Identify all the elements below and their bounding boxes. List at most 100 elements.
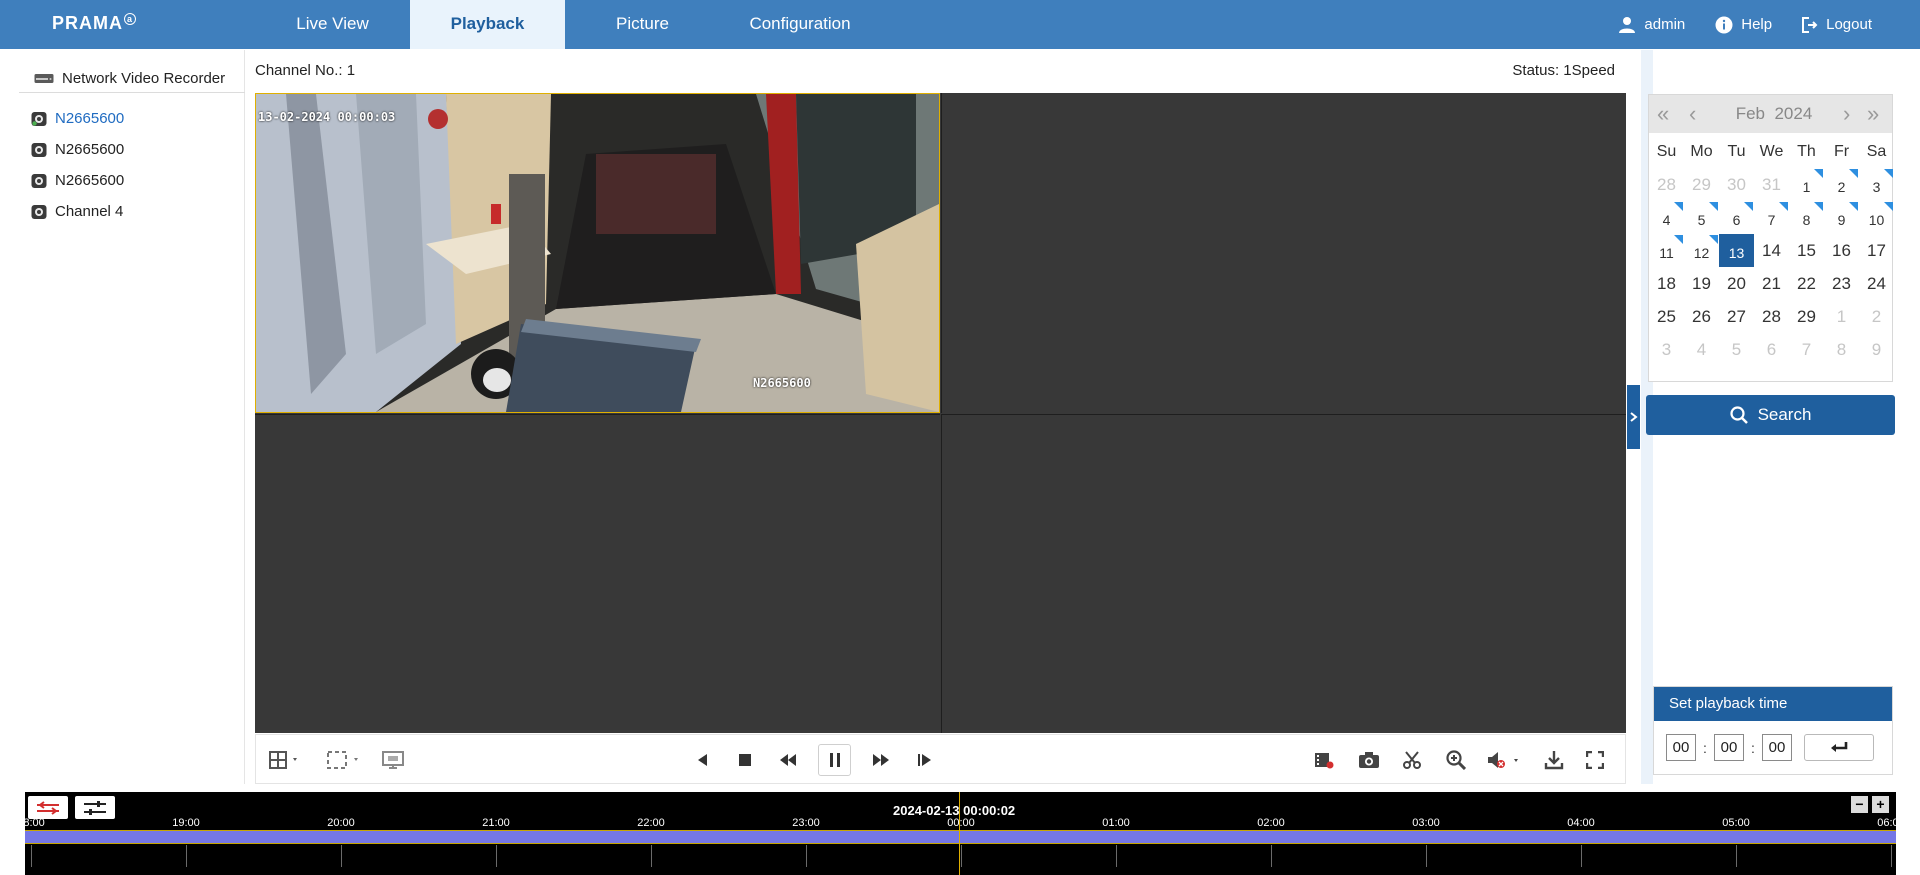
timeline-tick [1581,845,1582,867]
calendar-day[interactable]: 30 [1719,168,1754,201]
calendar-day[interactable]: 17 [1859,234,1894,267]
video-window-1[interactable]: 13-02-2024 00:00:03 N2665600 [255,93,940,413]
chevron-right-icon [1629,412,1638,422]
second-input[interactable]: 00 [1762,734,1792,761]
timeline-playhead[interactable] [959,792,960,875]
video-window-4[interactable] [941,414,1626,733]
window-layout-button[interactable] [264,735,306,785]
video-window-3[interactable] [255,414,940,733]
previous-frame-button[interactable] [688,735,716,785]
tab-configuration[interactable]: Configuration [720,0,880,49]
digital-zoom-button[interactable] [1441,735,1471,785]
prev-year-button[interactable]: « [1657,95,1669,133]
calendar-day[interactable]: 27 [1719,300,1754,333]
calendar-day[interactable]: 11 [1649,234,1684,267]
fast-backward-icon [780,754,796,766]
calendar-day[interactable]: 9 [1859,333,1894,366]
timeline-expand-button[interactable] [28,796,68,819]
calendar-day-selected[interactable]: 13 [1719,234,1754,267]
calendar-day[interactable]: 2 [1859,300,1894,333]
calendar-day[interactable]: 5 [1719,333,1754,366]
hour-input[interactable]: 00 [1666,734,1696,761]
audio-toggle-button[interactable] [1484,735,1528,785]
calendar-day[interactable]: 14 [1754,234,1789,267]
calendar-day[interactable]: 7 [1754,201,1789,234]
camera-item-3[interactable]: N2665600 [31,165,124,196]
timeline-zoom-in-button[interactable]: + [1872,796,1889,813]
calendar-day[interactable]: 15 [1789,234,1824,267]
camera-feed-image [256,94,939,412]
calendar-day[interactable]: 19 [1684,267,1719,300]
calendar-day[interactable]: 28 [1649,168,1684,201]
calendar-day[interactable]: 18 [1649,267,1684,300]
digital-zoom-screen-button[interactable] [378,735,408,785]
next-month-button[interactable]: › [1843,95,1850,133]
calendar-day[interactable]: 31 [1754,168,1789,201]
next-frame-button[interactable] [910,735,940,785]
stop-button[interactable] [731,735,759,785]
timeline-tick [341,845,342,867]
camera-playing-icon [31,111,47,126]
go-to-time-button[interactable] [1804,734,1874,761]
timeline-zoom-out-button[interactable]: − [1851,796,1868,813]
calendar-day[interactable]: 3 [1649,333,1684,366]
tab-live-view[interactable]: Live View [255,0,410,49]
video-window-2[interactable] [941,93,1626,413]
calendar-day[interactable]: 1 [1789,168,1824,201]
clip-button[interactable] [1397,735,1427,785]
calendar-day[interactable]: 5 [1684,201,1719,234]
device-tree-root[interactable]: Network Video Recorder [19,64,245,93]
logout-button[interactable]: Logout [1802,16,1872,33]
calendar-day[interactable]: 25 [1649,300,1684,333]
search-button[interactable]: Search [1646,395,1895,435]
timeline-tick [496,845,497,867]
pause-button[interactable] [818,744,851,776]
fullscreen-button[interactable] [1580,735,1610,785]
calendar-day[interactable]: 28 [1754,300,1789,333]
calendar-day[interactable]: 16 [1824,234,1859,267]
brand-logo: PRAMA a [52,13,137,34]
slow-backward-button[interactable] [773,735,803,785]
playback-time-row: 00 : 00 : 00 [1666,734,1874,761]
timeline-filter-button[interactable] [75,796,115,819]
collapse-panel-button[interactable] [1627,385,1640,449]
minute-input[interactable]: 00 [1714,734,1744,761]
calendar-day[interactable]: 29 [1789,300,1824,333]
calendar-day[interactable]: 21 [1754,267,1789,300]
camera-item-2[interactable]: N2665600 [31,134,124,165]
calendar-day[interactable]: 23 [1824,267,1859,300]
camera-item-1[interactable]: N2665600 [31,103,124,134]
tab-playback[interactable]: Playback [410,0,565,49]
playback-time-title: Set playback time [1654,687,1892,721]
capture-region-button[interactable] [324,735,368,785]
fast-forward-button[interactable] [866,735,896,785]
snapshot-button[interactable] [1354,735,1384,785]
calendar-day[interactable]: 8 [1824,333,1859,366]
calendar-day[interactable]: 20 [1719,267,1754,300]
calendar-day[interactable]: 4 [1684,333,1719,366]
tab-picture[interactable]: Picture [565,0,720,49]
calendar-day[interactable]: 6 [1754,333,1789,366]
calendar-day[interactable]: 1 [1824,300,1859,333]
calendar-day[interactable]: 12 [1684,234,1719,267]
calendar-day[interactable]: 22 [1789,267,1824,300]
calendar-day[interactable]: 7 [1789,333,1824,366]
calendar-day[interactable]: 24 [1859,267,1894,300]
camera-item-4[interactable]: Channel 4 [31,196,124,227]
next-year-button[interactable]: » [1867,95,1879,133]
help-button[interactable]: Help [1715,16,1772,34]
calendar-day[interactable]: 29 [1684,168,1719,201]
calendar-day[interactable]: 10 [1859,201,1894,234]
calendar-day[interactable]: 9 [1824,201,1859,234]
prev-month-button[interactable]: ‹ [1689,95,1696,133]
calendar-day[interactable]: 2 [1824,168,1859,201]
playback-timeline[interactable]: 2024-02-13 00:00:02 − + 18:00 19:00 20:00 2… [17,792,1905,875]
calendar-day[interactable]: 26 [1684,300,1719,333]
user-account-button[interactable]: admin [1618,16,1685,34]
clip-record-button[interactable] [1309,735,1339,785]
calendar-day[interactable]: 3 [1859,168,1894,201]
download-button[interactable] [1539,735,1569,785]
calendar-day[interactable]: 4 [1649,201,1684,234]
calendar-day[interactable]: 8 [1789,201,1824,234]
calendar-day[interactable]: 6 [1719,201,1754,234]
